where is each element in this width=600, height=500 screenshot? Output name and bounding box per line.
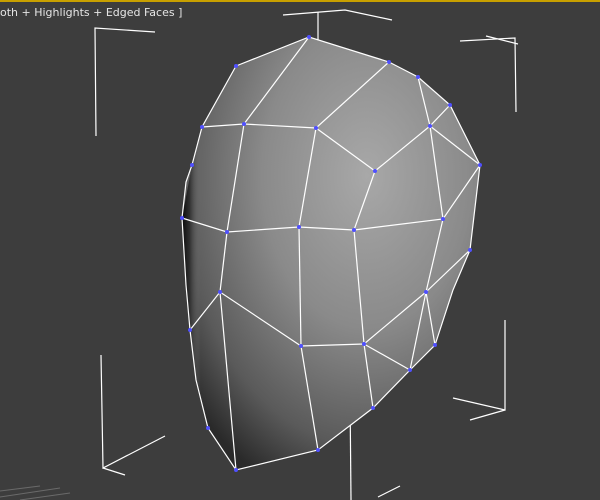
head-mesh[interactable] bbox=[180, 35, 482, 472]
scene-canvas[interactable] bbox=[0, 0, 600, 500]
home-grid bbox=[0, 485, 71, 500]
viewport-shading-label[interactable]: oth + Highlights + Edged Faces ] bbox=[0, 6, 182, 19]
perspective-viewport[interactable]: oth + Highlights + Edged Faces ] bbox=[0, 0, 600, 500]
